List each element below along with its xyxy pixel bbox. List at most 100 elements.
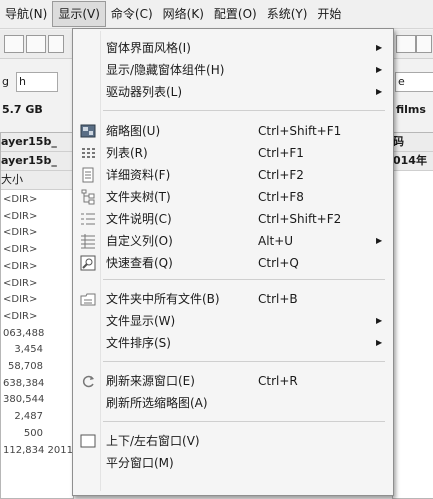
menu-separator — [103, 279, 385, 280]
toolbar-button[interactable] — [4, 35, 24, 53]
menu-system[interactable]: 系统(Y) — [262, 0, 313, 28]
left-file-panel: ayer15b_ ayer15b_ 大小 <DIR> <DIR> <DIR> <DIR… — [0, 132, 137, 499]
right-tab[interactable]: 014年 — [393, 152, 433, 171]
toolbar-button[interactable] — [416, 35, 432, 53]
window-split-icon — [80, 433, 96, 449]
toolbar-button[interactable] — [48, 35, 64, 53]
file-size-cell[interactable]: <DIR> — [3, 258, 43, 275]
file-size-cell[interactable]: 500 — [3, 425, 43, 442]
menu-item-shortcut: Ctrl+F1 — [258, 146, 304, 160]
file-size-cell[interactable]: <DIR> — [3, 208, 43, 225]
menu-item-details[interactable]: 详细资料(F) Ctrl+F2 — [73, 164, 393, 186]
file-size-cell[interactable]: <DIR> — [3, 308, 43, 325]
column-header-size[interactable]: 大小 — [1, 171, 73, 190]
menu-item-shortcut: Ctrl+Shift+F1 — [258, 124, 342, 138]
menu-item-drive-list[interactable]: 驱动器列表(L) ▶ — [73, 81, 393, 103]
file-description-icon — [80, 211, 96, 227]
menu-item-window-style[interactable]: 窗体界面风格(I) ▶ — [73, 37, 393, 59]
menu-item-shortcut: Ctrl+B — [258, 292, 298, 306]
menu-network[interactable]: 网络(K) — [158, 0, 209, 28]
right-file-panel: 码 014年 — [392, 132, 433, 499]
menu-separator — [103, 421, 385, 422]
menu-separator — [103, 110, 385, 111]
menu-item-shortcut: Ctrl+Q — [258, 256, 299, 270]
left-tab[interactable]: ayer15b_ — [1, 133, 73, 152]
menu-item-label: 刷新来源窗口(E) — [106, 374, 195, 388]
file-size-cell[interactable]: 638,384 — [3, 375, 44, 392]
refresh-icon — [80, 373, 96, 389]
menu-command[interactable]: 命令(C) — [106, 0, 158, 28]
menu-item-refresh-thumbnails[interactable]: 刷新所选缩略图(A) — [73, 392, 393, 414]
menu-config[interactable]: 配置(O) — [209, 0, 262, 28]
file-size-cell[interactable]: 063,488 — [3, 325, 44, 342]
menu-item-thumbnails[interactable]: 缩略图(U) Ctrl+Shift+F1 — [73, 120, 393, 142]
quick-view-icon — [80, 255, 96, 271]
menu-item-label: 上下/左右窗口(V) — [106, 434, 200, 448]
file-size-cell[interactable]: 3,454 — [3, 341, 43, 358]
menu-item-shortcut: Ctrl+Shift+F2 — [258, 212, 342, 226]
menu-start[interactable]: 开始 — [312, 0, 346, 28]
menu-item-folder-tree[interactable]: 文件夹树(T) Ctrl+F8 — [73, 186, 393, 208]
menu-item-label: 文件显示(W) — [106, 314, 176, 328]
file-size-cell[interactable]: <DIR> — [3, 241, 43, 258]
file-size-cell[interactable]: <DIR> — [3, 291, 43, 308]
menu-bar: 导航(N) 显示(V) 命令(C) 网络(K) 配置(O) 系统(Y) 开始 — [0, 0, 433, 29]
left-drive-selector[interactable]: h — [16, 72, 58, 92]
menu-item-shortcut: Ctrl+F8 — [258, 190, 304, 204]
menu-item-refresh-source[interactable]: 刷新来源窗口(E) Ctrl+R — [73, 370, 393, 392]
details-icon — [80, 167, 96, 183]
folder-tree-icon — [80, 189, 96, 205]
menu-item-label: 自定义列(O) — [106, 234, 173, 248]
right-drive-selector[interactable]: e — [395, 72, 433, 92]
menu-item-label: 快速查看(Q) — [106, 256, 173, 270]
left-drive-label: h — [19, 75, 26, 88]
menu-item-label: 文件夹中所有文件(B) — [106, 292, 220, 306]
toolbar-button[interactable] — [26, 35, 46, 53]
display-menu: 窗体界面风格(I) ▶ 显示/隐藏窗体组件(H) ▶ 驱动器列表(L) ▶ 缩略… — [72, 28, 394, 496]
file-size-cell[interactable]: <DIR> — [3, 224, 43, 241]
menu-item-label: 显示/隐藏窗体组件(H) — [106, 63, 225, 77]
file-size-cell[interactable]: <DIR> — [3, 275, 43, 292]
menu-item-split-orientation[interactable]: 上下/左右窗口(V) — [73, 430, 393, 452]
menu-item-label: 文件排序(S) — [106, 336, 171, 350]
menu-item-all-files-in-folder[interactable]: 文件夹中所有文件(B) Ctrl+B — [73, 288, 393, 310]
list-icon — [80, 145, 96, 161]
menu-item-label: 文件说明(C) — [106, 212, 172, 226]
menu-item-file-display[interactable]: 文件显示(W) ▶ — [73, 310, 393, 332]
menu-item-label: 详细资料(F) — [106, 168, 171, 182]
submenu-arrow-icon: ▶ — [376, 43, 383, 52]
menu-item-label: 平分窗口(M) — [106, 456, 174, 470]
menu-separator — [103, 361, 385, 362]
menu-item-equal-split[interactable]: 平分窗口(M) — [73, 452, 393, 474]
left-tab[interactable]: ayer15b_ — [1, 152, 73, 171]
menu-display[interactable]: 显示(V) — [52, 1, 106, 27]
menu-item-list[interactable]: 列表(R) Ctrl+F1 — [73, 142, 393, 164]
menu-item-label: 缩略图(U) — [106, 124, 161, 138]
file-size-cell[interactable]: <DIR> — [3, 191, 43, 208]
left-drive-letter: g — [2, 75, 9, 88]
file-size-cell[interactable]: 380,544 — [3, 391, 44, 408]
menu-item-shortcut: Ctrl+F2 — [258, 168, 304, 182]
file-size-cell[interactable]: 2,487 — [3, 408, 43, 425]
menu-item-shortcut: Alt+U — [258, 234, 294, 248]
toolbar-button[interactable] — [396, 35, 416, 53]
file-size-cell[interactable]: 58,708 — [3, 358, 43, 375]
right-tab[interactable]: 码 — [393, 133, 433, 152]
all-files-icon — [80, 291, 96, 307]
thumbnail-icon — [80, 123, 96, 139]
menu-item-label: 窗体界面风格(I) — [106, 41, 191, 55]
menu-item-quick-view[interactable]: 快速查看(Q) Ctrl+Q — [73, 252, 393, 274]
submenu-arrow-icon: ▶ — [376, 236, 383, 245]
menu-navigate[interactable]: 导航(N) — [0, 0, 52, 28]
submenu-arrow-icon: ▶ — [376, 338, 383, 347]
submenu-arrow-icon: ▶ — [376, 65, 383, 74]
submenu-arrow-icon: ▶ — [376, 316, 383, 325]
right-path-fragment: films — [396, 103, 426, 116]
menu-item-file-description[interactable]: 文件说明(C) Ctrl+Shift+F2 — [73, 208, 393, 230]
menu-item-toggle-components[interactable]: 显示/隐藏窗体组件(H) ▶ — [73, 59, 393, 81]
menu-item-custom-columns[interactable]: 自定义列(O) Alt+U ▶ — [73, 230, 393, 252]
left-free-space: 5.7 GB — [2, 103, 43, 116]
custom-columns-icon — [80, 233, 96, 249]
menu-item-label: 驱动器列表(L) — [106, 85, 183, 99]
menu-item-file-sort[interactable]: 文件排序(S) ▶ — [73, 332, 393, 354]
